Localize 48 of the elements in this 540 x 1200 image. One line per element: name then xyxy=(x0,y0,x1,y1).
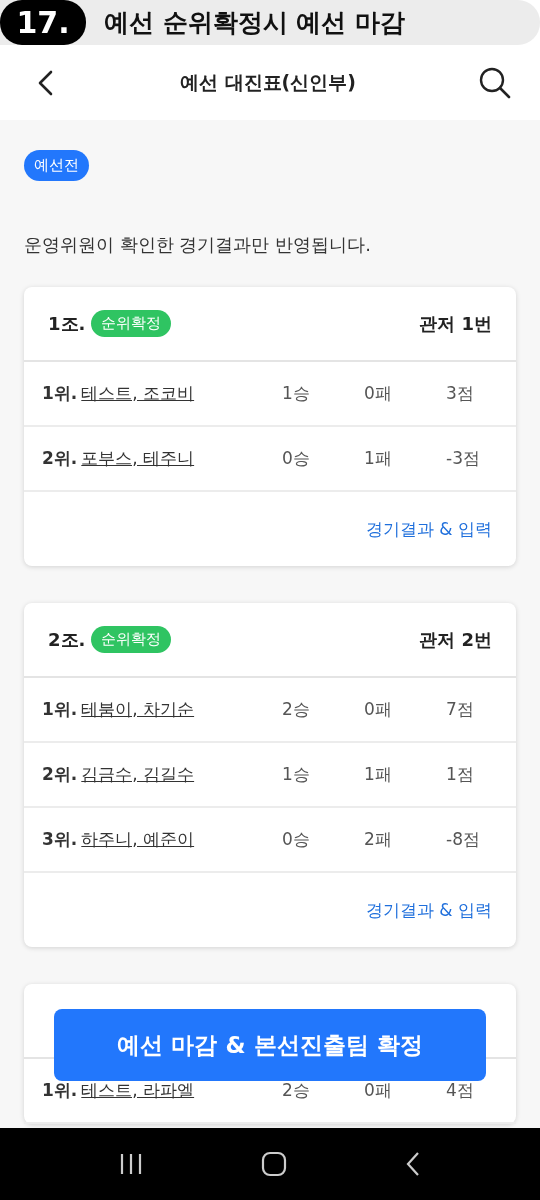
group-label: 2조. xyxy=(48,627,86,652)
recent-apps-icon[interactable] xyxy=(119,1152,143,1176)
wins-cell-text: 2승 xyxy=(282,698,311,721)
points-cell-text: 7점 xyxy=(446,698,475,721)
home-icon[interactable] xyxy=(261,1151,287,1177)
wins-cell-text: 1승 xyxy=(282,382,311,405)
rank-label: 2위. xyxy=(42,763,78,786)
step-number: 17. xyxy=(0,0,86,45)
rank-label: 3위. xyxy=(42,828,78,851)
confirm-button[interactable]: 예선 마감 & 본선진출팀 확정 xyxy=(54,1009,486,1081)
court-label: 관저 1번 xyxy=(419,311,492,336)
points-cell-text: 3점 xyxy=(446,382,475,405)
losses-cell-text: 1패 xyxy=(364,763,393,786)
back-icon[interactable] xyxy=(405,1151,421,1177)
points-cell-text: -3점 xyxy=(446,447,481,470)
losses-cell-text: 2패 xyxy=(364,828,393,851)
rank-label: 2위. xyxy=(42,447,78,470)
search-icon[interactable] xyxy=(478,65,512,100)
rank-label: 1위. xyxy=(42,1079,78,1102)
points-cell-text: 4점 xyxy=(446,1079,475,1102)
team-link[interactable]: 테붐이, 차기순 xyxy=(81,698,195,721)
losses-cell-text: 0패 xyxy=(364,698,393,721)
team-link[interactable]: 하주니, 예준이 xyxy=(81,828,195,851)
losses-cell-text: 1패 xyxy=(364,447,393,470)
status-badge: 순위확정 xyxy=(91,310,172,337)
team-link[interactable]: 테스트, 라파엘 xyxy=(81,1079,195,1102)
losses-cell-text: 0패 xyxy=(364,1079,393,1102)
status-badge: 순위확정 xyxy=(91,626,172,653)
team-link[interactable]: 포부스, 테주니 xyxy=(81,447,195,470)
team-link[interactable]: 테스트, 조코비 xyxy=(81,382,195,405)
rank-label: 1위. xyxy=(42,698,78,721)
notice-text: 운영위원이 확인한 경기결과만 반영됩니다. xyxy=(24,233,372,257)
result-entry-link[interactable]: 경기결과 & 입력 xyxy=(365,898,492,922)
group-label: 1조. xyxy=(48,311,86,336)
points-cell-text: 1점 xyxy=(446,763,475,786)
wins-cell-text: 0승 xyxy=(282,828,311,851)
points-cell-text: -8점 xyxy=(446,828,481,851)
wins-cell-text: 0승 xyxy=(282,447,311,470)
wins-cell-text: 2승 xyxy=(282,1079,311,1102)
screen-title: 예선 대진표(신인부) xyxy=(180,69,356,95)
banner-title: 예선 순위확정시 예선 마감 xyxy=(104,7,406,39)
wins-cell-text: 1승 xyxy=(282,763,311,786)
team-link[interactable]: 김금수, 김길수 xyxy=(81,763,195,786)
court-label: 관저 2번 xyxy=(419,627,492,652)
stage-chip: 예선전 xyxy=(24,150,89,181)
losses-cell-text: 0패 xyxy=(364,382,393,405)
rank-label: 1위. xyxy=(42,382,78,405)
result-entry-link[interactable]: 경기결과 & 입력 xyxy=(365,517,492,541)
